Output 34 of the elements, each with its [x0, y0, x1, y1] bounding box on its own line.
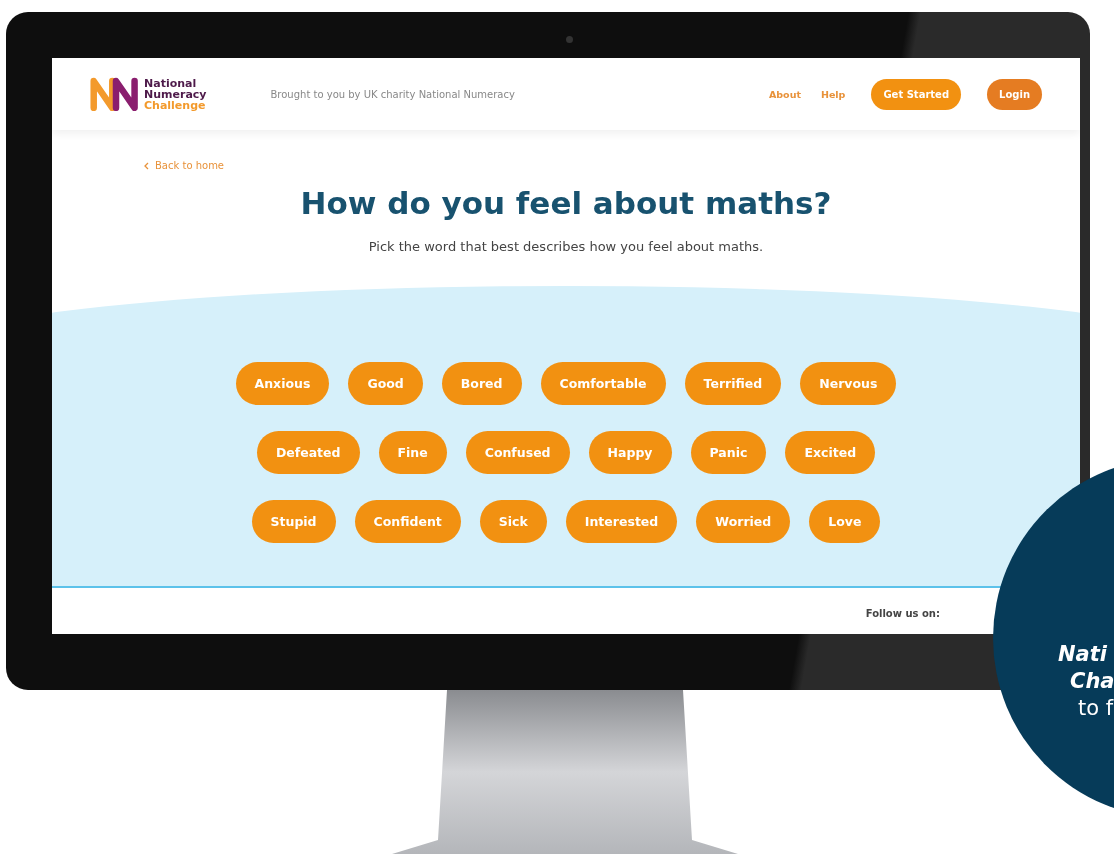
promo-text: Nati	[1058, 641, 1107, 668]
word-button[interactable]: Comfortable	[540, 362, 666, 405]
tagline: Brought to you by UK charity National Numeracy	[270, 88, 515, 100]
logo-text: Numeracy	[144, 88, 207, 100]
word-button[interactable]: Fine	[378, 431, 447, 474]
camera-icon	[566, 36, 573, 43]
word-button[interactable]: Good	[348, 362, 423, 405]
promo-text: to f	[1077, 695, 1114, 722]
word-button[interactable]: Sick	[479, 500, 547, 543]
word-button[interactable]: Happy	[588, 431, 672, 474]
word-button[interactable]: Stupid	[251, 500, 336, 543]
chevron-left-icon	[144, 161, 149, 170]
nav-link[interactable]: Help	[820, 88, 846, 100]
word-button[interactable]: Confused	[465, 431, 570, 474]
word-button[interactable]: Confident	[354, 500, 461, 543]
promo-text: Cha	[1069, 668, 1114, 695]
logo-text: Challenge	[144, 99, 207, 111]
logo-text: National	[144, 77, 198, 89]
nav-button[interactable]: Get Started	[871, 78, 962, 110]
word-button[interactable]: Anxious	[235, 362, 330, 405]
word-button[interactable]: Love	[809, 500, 881, 543]
nav-link[interactable]: About	[768, 88, 801, 100]
word-button[interactable]: Excited	[785, 431, 876, 474]
word-button[interactable]: Worried	[696, 500, 791, 543]
word-button[interactable]: Terrified	[684, 362, 782, 405]
word-button[interactable]: Interested	[565, 500, 678, 543]
page-title: How do you feel about maths?	[299, 185, 833, 221]
nav-button[interactable]: Login	[987, 78, 1042, 110]
subtitle: Pick the word that best describes how you feel about maths.	[367, 239, 765, 254]
word-button[interactable]: Bored	[441, 362, 522, 405]
word-button[interactable]: Nervous	[800, 362, 897, 405]
word-button[interactable]: Panic	[690, 431, 767, 474]
follow-label: Follow us on:	[865, 608, 940, 619]
word-button[interactable]: Defeated	[256, 431, 360, 474]
